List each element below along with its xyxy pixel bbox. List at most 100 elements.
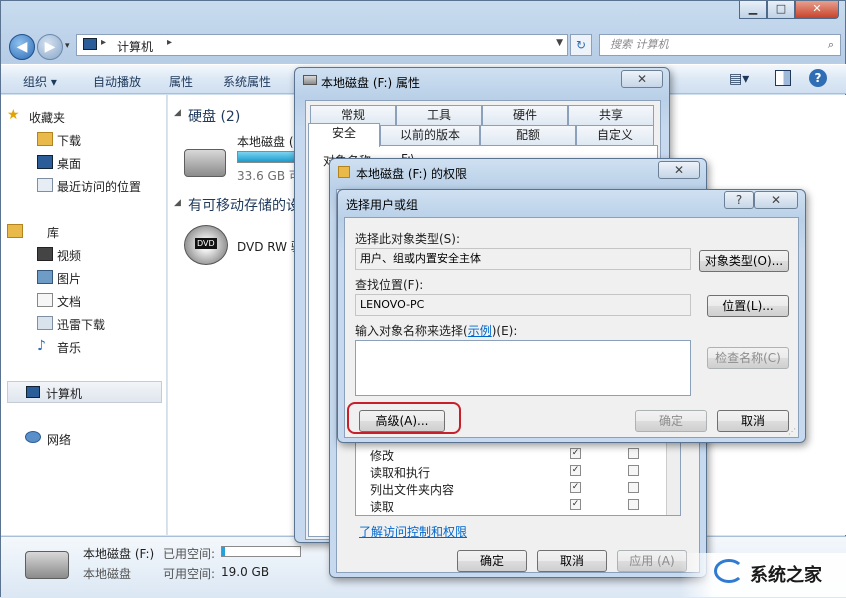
permissions-ok-button[interactable]: 确定	[457, 550, 527, 572]
dvd-drive-icon: DVD	[184, 225, 228, 265]
search-placeholder: 搜索 计算机	[610, 38, 669, 51]
collapse-group-icon[interactable]: ◢	[174, 108, 181, 118]
allow-checkbox[interactable]: ✓	[570, 482, 581, 493]
location-field: LENOVO-PC	[355, 294, 691, 316]
object-types-button[interactable]: 对象类型(O)...	[699, 250, 789, 272]
nav-computer-selected[interactable]: 计算机	[7, 381, 162, 403]
object-names-input[interactable]	[355, 340, 691, 396]
resize-grip-icon[interactable]: ⋰	[788, 427, 796, 436]
select-ok-button[interactable]: 确定	[635, 410, 707, 432]
nav-desktop[interactable]: 桌面	[57, 155, 81, 172]
star-icon: ★	[7, 107, 20, 123]
nav-network[interactable]: 网络	[47, 431, 71, 448]
nav-recent[interactable]: 最近访问的位置	[57, 178, 141, 195]
computer-icon	[83, 38, 97, 50]
permissions-apply-button[interactable]: 应用 (A)	[617, 550, 687, 572]
properties-title: 本地磁盘 (F:) 属性	[321, 76, 421, 90]
breadcrumb-arrow-icon[interactable]: ▸	[167, 37, 172, 48]
select-users-dialog: 选择用户或组 ? ✕ 选择此对象类型(S): 用户、组或内置安全主体 对象类型(…	[337, 189, 806, 443]
deny-checkbox[interactable]	[628, 448, 639, 459]
nav-music[interactable]: 音乐	[57, 339, 81, 356]
recent-pages-chevron-icon[interactable]: ▾	[65, 41, 70, 51]
tab-tools[interactable]: 工具	[396, 105, 482, 125]
object-type-field: 用户、组或内置安全主体	[355, 248, 691, 270]
thunder-download-icon	[37, 316, 53, 330]
highlight-annotation	[347, 402, 461, 434]
tab-general[interactable]: 常规	[310, 105, 396, 125]
back-button[interactable]: ◀	[9, 34, 35, 60]
navigation-pane: ★ 收藏夹 下载 桌面 最近访问的位置 库 视频 图片 文档 迅雷下载 ♪ 音乐…	[1, 95, 167, 535]
group-removable: 有可移动存储的设	[188, 198, 300, 214]
music-icon: ♪	[37, 338, 46, 354]
address-dropdown-icon[interactable]: ▼	[556, 38, 563, 48]
search-icon[interactable]: ⌕	[828, 35, 834, 55]
organize-menu[interactable]: 组织 ▾	[23, 73, 57, 90]
nav-videos[interactable]: 视频	[57, 247, 81, 264]
allow-checkbox[interactable]: ✓	[570, 465, 581, 476]
maximize-button[interactable]: □	[767, 1, 795, 19]
nav-favorites[interactable]: 收藏夹	[29, 109, 65, 126]
system-properties-button[interactable]: 系统属性	[223, 73, 271, 90]
select-cancel-button[interactable]: 取消	[717, 410, 789, 432]
desktop-icon	[37, 155, 53, 169]
perm-row-label: 读取和执行	[370, 466, 431, 480]
nav-documents[interactable]: 文档	[57, 293, 81, 310]
permission-list-scrollbar[interactable]	[666, 443, 680, 515]
nav-thunder[interactable]: 迅雷下载	[57, 316, 105, 333]
tab-sharing[interactable]: 共享	[568, 105, 654, 125]
deny-checkbox[interactable]	[628, 465, 639, 476]
examples-link[interactable]: 示例	[468, 324, 492, 338]
nav-libraries[interactable]: 库	[47, 224, 59, 241]
autoplay-button[interactable]: 自动播放	[93, 73, 141, 90]
collapse-group-icon[interactable]: ◢	[174, 198, 181, 208]
view-options-icon[interactable]: ▤▾	[729, 71, 749, 87]
refresh-button[interactable]: ↻	[570, 34, 592, 56]
select-close-button[interactable]: ✕	[754, 191, 798, 209]
watermark-text: 系统之家	[750, 565, 822, 586]
check-names-button[interactable]: 检查名称(C)	[707, 347, 789, 369]
deny-checkbox[interactable]	[628, 482, 639, 493]
details-free-value: 19.0 GB	[221, 565, 270, 579]
properties-close-button[interactable]: ✕	[621, 70, 663, 88]
learn-access-control-link[interactable]: 了解访问控制和权限	[359, 523, 467, 540]
dvd-drive-name[interactable]: DVD RW 驱	[237, 238, 303, 255]
object-names-label-pre: 输入对象名称来选择(	[355, 324, 468, 338]
nav-computer: 计算机	[46, 387, 83, 401]
drive-f-name[interactable]: 本地磁盘 (	[237, 133, 294, 150]
deny-checkbox[interactable]	[628, 499, 639, 510]
address-bar[interactable]: ▸ 计算机 ▸ ▼	[76, 34, 568, 56]
tab-security[interactable]: 安全	[308, 123, 380, 147]
breadcrumb-arrow-icon[interactable]: ▸	[101, 37, 106, 48]
select-dialog-body: 选择此对象类型(S): 用户、组或内置安全主体 对象类型(O)... 查找位置(…	[344, 217, 799, 438]
help-icon[interactable]: ?	[809, 69, 827, 87]
tab-quota[interactable]: 配额	[480, 125, 576, 145]
allow-checkbox[interactable]: ✓	[570, 448, 581, 459]
forward-button[interactable]: ▶	[37, 34, 63, 60]
tab-hardware[interactable]: 硬件	[482, 105, 568, 125]
nav-pictures[interactable]: 图片	[57, 270, 81, 287]
folder-icon	[338, 166, 350, 178]
permissions-cancel-button[interactable]: 取消	[537, 550, 607, 572]
tab-previous-versions[interactable]: 以前的版本	[380, 125, 480, 145]
locations-button[interactable]: 位置(L)...	[707, 295, 789, 317]
object-names-label-post: )(E):	[491, 324, 518, 338]
breadcrumb-computer[interactable]: 计算机	[117, 38, 153, 55]
group-hdd: 硬盘 (2)	[188, 109, 241, 125]
permissions-close-button[interactable]: ✕	[658, 161, 700, 179]
help-button[interactable]: ?	[724, 191, 754, 209]
properties-button[interactable]: 属性	[169, 73, 193, 90]
library-icon	[7, 224, 23, 238]
select-dialog-title: 选择用户或组	[346, 198, 419, 212]
minimize-button[interactable]: ▁	[739, 1, 767, 19]
permissions-title: 本地磁盘 (F:) 的权限	[356, 167, 468, 181]
nav-downloads[interactable]: 下载	[57, 132, 81, 149]
perm-row-label: 修改	[370, 449, 395, 463]
object-names-label: 输入对象名称来选择(示例)(E):	[355, 322, 517, 339]
drive-f-size: 33.6 GB 可	[237, 169, 301, 183]
preview-pane-icon[interactable]	[775, 70, 791, 86]
tab-customize[interactable]: 自定义	[576, 125, 654, 145]
close-button[interactable]: ✕	[795, 1, 839, 19]
network-icon	[25, 431, 41, 443]
search-input[interactable]: 搜索 计算机 ⌕	[599, 34, 841, 56]
allow-checkbox[interactable]: ✓	[570, 499, 581, 510]
